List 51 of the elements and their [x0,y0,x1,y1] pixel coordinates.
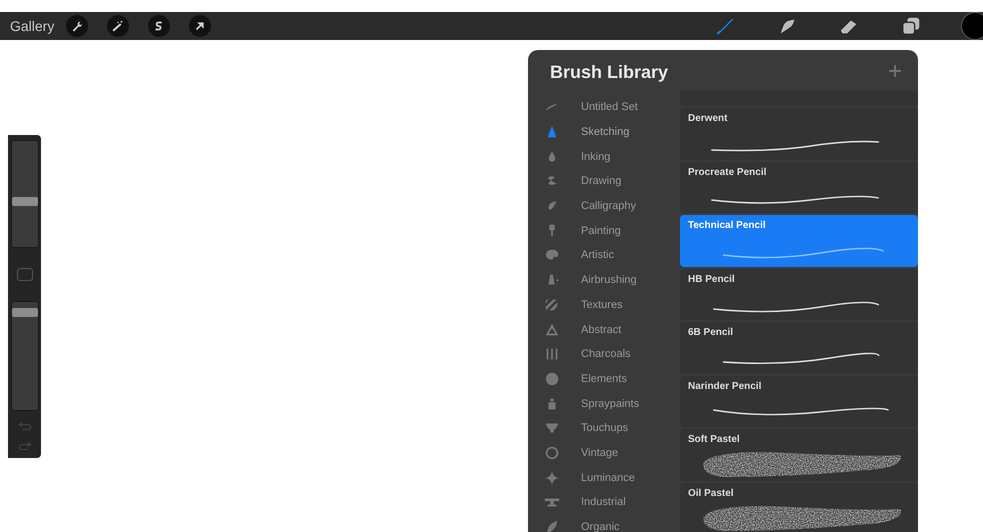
brush-name: Procreate Pencil [688,166,766,178]
brush-set-item[interactable]: Charcoals [544,342,680,367]
brush-card[interactable]: Procreate Pencil [680,162,918,213]
brush-set-item[interactable]: Painting [544,218,680,244]
brush-set-icon [544,370,560,387]
brush-set-item[interactable]: Calligraphy [544,194,680,218]
brush-card[interactable]: 6B Pencil [680,322,918,374]
gallery-button[interactable]: Gallery [10,18,54,34]
brush-set-item[interactable]: Sketching [544,120,680,144]
brush-set-item[interactable]: Textures [544,292,680,318]
brush-set-icon [544,470,560,486]
color-swatch[interactable] [961,12,983,40]
brush-set-item[interactable]: Vintage [544,440,680,466]
brush-card[interactable]: Technical Pencil [680,215,918,266]
selection-icon[interactable] [148,15,170,37]
slider-thumb[interactable] [12,197,38,206]
brush-name: HB Pencil [688,274,735,284]
brush-card[interactable]: Derwent [680,108,918,160]
opacity-slider[interactable] [10,301,38,411]
brush-set-item[interactable]: Artistic [544,243,680,268]
brush-set-icon [544,322,560,338]
brush-card[interactable]: Narinder Pencil [680,376,918,427]
brush-card[interactable]: Soft Pastel [680,429,918,480]
brush-card[interactable]: Oil Pastel [680,482,918,532]
brush-set-item[interactable]: Luminance [544,465,680,490]
panel-title: Brush Library [550,62,668,82]
brush-set-item[interactable]: Drawing [544,169,680,194]
brush-set-icon [544,296,560,313]
slider-thumb[interactable] [12,308,38,317]
magic-wand-icon[interactable] [107,15,130,37]
add-button[interactable]: + [888,60,902,84]
brush-set-item[interactable]: Spraypaints [544,391,680,416]
brush-set-item[interactable]: Industrial [544,490,680,515]
brush-set-item[interactable]: Airbrushing [544,268,680,292]
brush-set-item[interactable]: Organic [544,514,680,532]
brush-set-icon [544,444,560,461]
brush-name: Oil Pastel [688,488,734,498]
brush-name: Technical Pencil [688,220,766,231]
brush-set-item[interactable]: Elements [544,366,680,392]
brush-set-item[interactable]: Untitled Set [544,95,680,120]
brush-size-slider[interactable] [10,140,38,248]
brush-name: Derwent [688,113,728,124]
brush-name: Narinder Pencil [688,380,762,392]
brush-card[interactable]: HB Pencil [680,268,918,320]
brush-set-item[interactable]: Inking [544,144,680,170]
brush-set-icon [544,346,560,362]
brush-name: Soft Pastel [688,434,740,445]
brush-set-item[interactable]: Abstract [544,317,680,342]
wrench-icon[interactable] [66,15,88,37]
brush-name: 6B Pencil [688,327,734,338]
brush-set-item[interactable]: Touchups [544,416,680,441]
